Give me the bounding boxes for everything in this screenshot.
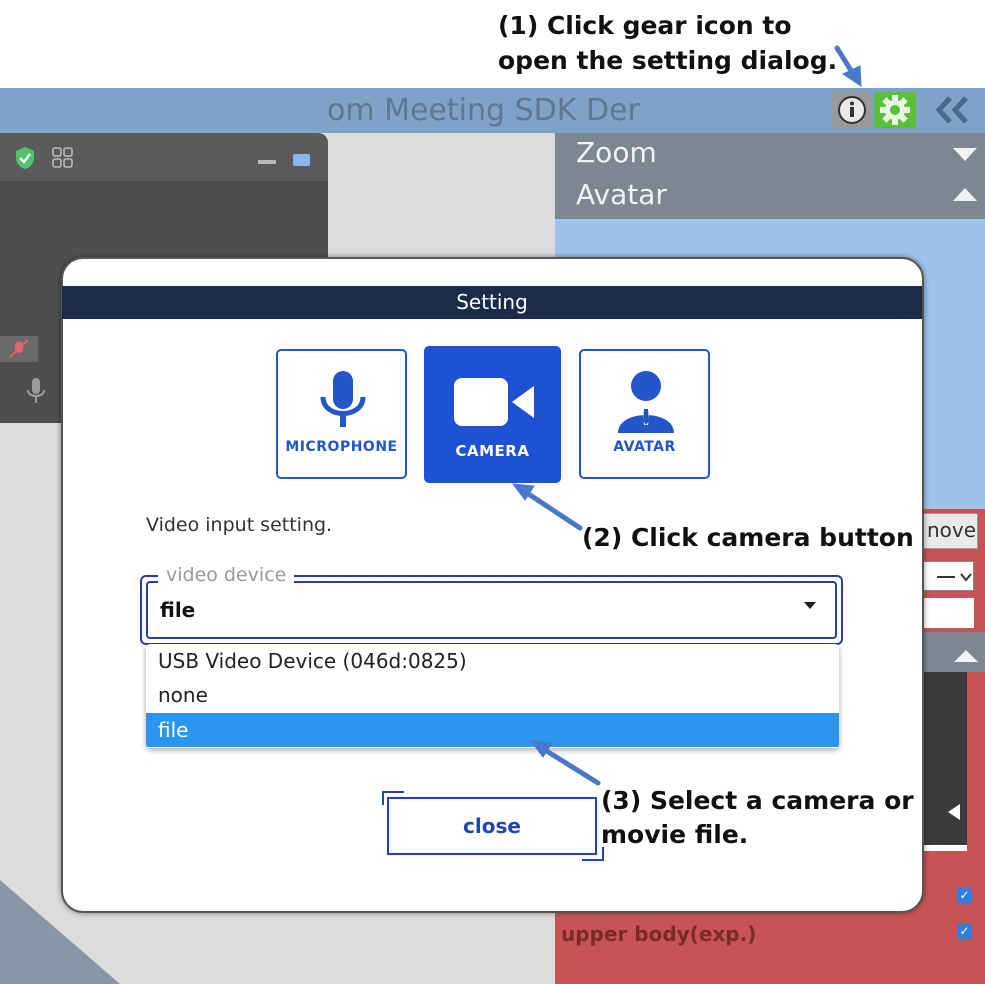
minimize-icon[interactable] — [258, 160, 276, 164]
tab-microphone[interactable]: MICROPHONE — [276, 349, 407, 479]
slider-base — [922, 845, 967, 851]
option-none[interactable]: none — [146, 678, 839, 712]
video-device-options: USB Video Device (046d:0825) none file — [146, 644, 839, 748]
annotation-step3-line1: (3) Select a camera or — [601, 786, 914, 815]
avatar-section-label[interactable]: Avatar — [576, 178, 667, 211]
option-file[interactable]: file — [146, 713, 839, 747]
close-button-corners — [382, 791, 604, 861]
triangle-left-icon[interactable] — [922, 672, 967, 847]
chevron-down-icon — [937, 573, 972, 582]
chevron-down-icon[interactable] — [953, 148, 977, 162]
annotation-step3-line2: movie file. — [601, 820, 749, 849]
collapse-panel-button[interactable] — [928, 92, 976, 128]
settings-button[interactable] — [874, 92, 916, 128]
shield-check-icon — [16, 147, 34, 169]
muted-mic-badge — [0, 336, 38, 362]
move-button-label: nove — [927, 518, 977, 542]
annotation-step1-line2: open the setting dialog. — [498, 46, 838, 75]
tab-label: AVATAR — [613, 439, 676, 455]
double-chevron-left-icon — [935, 96, 968, 124]
grid-view-icon[interactable] — [52, 147, 74, 169]
tab-label: CAMERA — [455, 442, 530, 460]
annotation-step1-line1: (1) Click gear icon to — [498, 11, 792, 40]
tab-label: MICROPHONE — [285, 439, 398, 455]
annotation-area — [0, 0, 985, 88]
maximize-icon[interactable] — [293, 154, 310, 166]
option-usb-video-device[interactable]: USB Video Device (046d:0825) — [146, 644, 839, 678]
annotation-step2: (2) Click camera button — [582, 523, 914, 552]
checkbox[interactable]: ✓ — [957, 888, 972, 903]
chevron-up-icon[interactable] — [922, 632, 985, 672]
zoom-section-label[interactable]: Zoom — [576, 136, 657, 169]
video-device-value: file — [160, 598, 196, 622]
slider-track — [922, 672, 967, 847]
video-device-legend: video device — [158, 564, 295, 586]
microphone-icon[interactable] — [24, 376, 48, 406]
video-camera-icon — [454, 378, 534, 426]
tab-camera[interactable]: CAMERA — [424, 346, 561, 483]
upper-body-checkbox[interactable]: ✓ — [957, 924, 972, 939]
gear-icon — [880, 95, 910, 125]
move-button[interactable]: nove — [922, 513, 978, 549]
section-header-bar — [922, 632, 985, 672]
dropdown-caret-icon[interactable] — [804, 602, 816, 609]
person-icon — [618, 371, 674, 433]
video-panel-header — [0, 133, 328, 181]
mini-select[interactable] — [922, 561, 974, 591]
dialog-title: Setting — [62, 286, 922, 319]
video-input-heading: Video input setting. — [146, 514, 333, 536]
mic-off-icon — [9, 339, 29, 358]
video-device-select[interactable] — [146, 581, 837, 639]
info-icon — [838, 96, 866, 124]
info-button[interactable] — [832, 92, 872, 128]
upper-body-label: upper body(exp.) — [561, 922, 757, 946]
tab-avatar[interactable]: AVATAR — [579, 349, 710, 479]
mini-input[interactable] — [922, 598, 974, 628]
chevron-up-icon[interactable] — [953, 188, 977, 202]
microphone-icon — [320, 371, 366, 427]
